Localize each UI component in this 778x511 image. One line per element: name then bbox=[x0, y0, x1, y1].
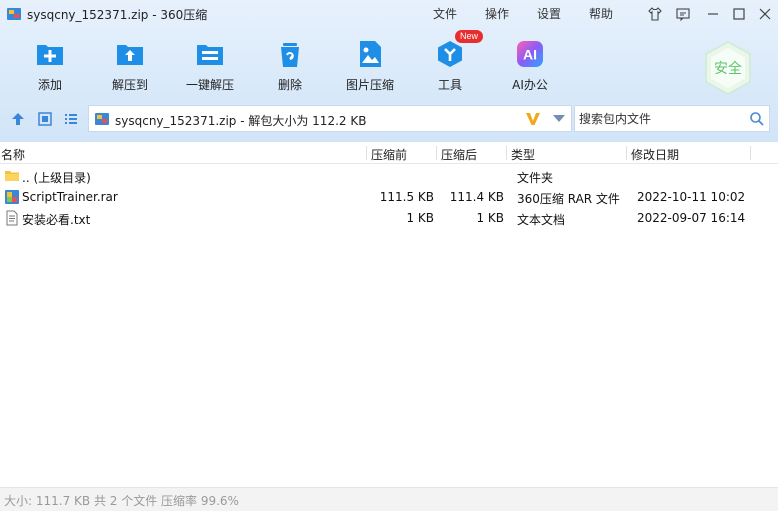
extract-to-icon bbox=[117, 45, 143, 65]
one-click-extract-icon bbox=[197, 45, 223, 65]
file-modified: 2022-09-07 16:14 bbox=[637, 211, 746, 225]
rar-archive-icon bbox=[5, 190, 19, 204]
thumbnail-view-icon[interactable] bbox=[37, 111, 53, 127]
delete-icon bbox=[281, 43, 299, 67]
column-modified[interactable]: 修改日期 bbox=[631, 146, 679, 163]
delete-label: 删除 bbox=[277, 78, 302, 92]
address-bar[interactable]: sysqcny_152371.zip - 解包大小为 112.2 KB bbox=[88, 105, 572, 132]
column-divider[interactable] bbox=[506, 146, 507, 160]
up-arrow-icon[interactable] bbox=[10, 111, 26, 127]
file-type: 360压缩 RAR 文件 bbox=[517, 192, 620, 206]
extract-to-button[interactable]: 解压到 bbox=[90, 36, 170, 96]
search-icon[interactable] bbox=[749, 111, 765, 127]
column-divider[interactable] bbox=[436, 146, 437, 160]
safe-text: 安全 bbox=[714, 60, 742, 77]
add-button[interactable]: 添加 bbox=[10, 36, 90, 96]
file-row-txt[interactable]: 安装必看.txt 1 KB 1 KB 文本文档 2022-09-07 16:14 bbox=[0, 208, 778, 229]
one-click-extract-label: 一键解压 bbox=[185, 78, 234, 92]
folder-icon bbox=[5, 171, 19, 181]
file-modified: 2022-10-11 10:02 bbox=[637, 190, 746, 204]
file-name: ScriptTrainer.rar bbox=[22, 190, 118, 204]
status-text: 大小: 111.7 KB 共 2 个文件 压缩率 99.6% bbox=[4, 494, 239, 508]
file-name: .. (上级目录) bbox=[22, 171, 91, 185]
feedback-icon[interactable] bbox=[675, 6, 691, 22]
safe-shield-icon: 安全 bbox=[705, 41, 751, 95]
column-divider[interactable] bbox=[626, 146, 627, 160]
image-compress-icon bbox=[360, 41, 381, 67]
menu-file[interactable]: 文件 bbox=[433, 5, 457, 22]
address-path: sysqcny_152371.zip - 解包大小为 112.2 KB bbox=[115, 114, 367, 128]
image-compress-label: 图片压缩 bbox=[345, 78, 394, 92]
column-type[interactable]: 类型 bbox=[511, 146, 535, 163]
menu-operate[interactable]: 操作 bbox=[485, 5, 509, 22]
title-bar: sysqcny_152371.zip - 360压缩 文件 操作 设置 帮助 bbox=[0, 0, 778, 28]
file-list-header: 名称 压缩前 压缩后 类型 修改日期 bbox=[0, 143, 778, 164]
menu-help[interactable]: 帮助 bbox=[589, 5, 613, 22]
tools-button[interactable]: New 工具 bbox=[410, 30, 490, 96]
chevron-down-icon[interactable] bbox=[553, 115, 565, 123]
column-compressed-after[interactable]: 压缩后 bbox=[441, 146, 477, 163]
ai-office-label: AI办公 bbox=[512, 78, 548, 92]
list-view-icon[interactable] bbox=[63, 111, 79, 127]
window-title: sysqcny_152371.zip - 360压缩 bbox=[27, 8, 208, 22]
security-badge[interactable]: 安全 bbox=[700, 40, 756, 96]
image-compress-button[interactable]: 图片压缩 bbox=[330, 36, 410, 96]
ai-office-button[interactable]: AI AI办公 bbox=[490, 36, 570, 96]
file-size-before: 1 KB bbox=[406, 211, 434, 225]
file-name: 安装必看.txt bbox=[22, 213, 91, 227]
search-box[interactable] bbox=[574, 105, 770, 132]
file-size-after: 111.4 KB bbox=[449, 190, 504, 204]
skin-shirt-icon[interactable] bbox=[647, 6, 663, 22]
file-size-after: 1 KB bbox=[476, 211, 504, 225]
column-compressed-before[interactable]: 压缩前 bbox=[371, 146, 407, 163]
add-icon bbox=[37, 45, 63, 65]
file-row-parent[interactable]: .. (上级目录) 文件夹 bbox=[0, 166, 778, 187]
text-file-icon bbox=[6, 210, 18, 226]
verified-v-icon[interactable] bbox=[525, 111, 541, 127]
delete-button[interactable]: 删除 bbox=[250, 36, 330, 96]
column-divider[interactable] bbox=[366, 146, 367, 160]
column-name[interactable]: 名称 bbox=[1, 146, 25, 163]
menu-settings[interactable]: 设置 bbox=[537, 5, 561, 22]
search-input[interactable] bbox=[579, 110, 739, 127]
one-click-extract-button[interactable]: 一键解压 bbox=[170, 36, 250, 96]
minimize-icon[interactable] bbox=[705, 6, 721, 22]
file-type: 文件夹 bbox=[517, 171, 554, 185]
ai-office-icon: AI bbox=[517, 41, 543, 67]
add-label: 添加 bbox=[37, 78, 62, 92]
file-row-rar[interactable]: ScriptTrainer.rar 111.5 KB 111.4 KB 360压… bbox=[0, 187, 778, 208]
top-area: sysqcny_152371.zip - 360压缩 文件 操作 设置 帮助 添… bbox=[0, 0, 778, 142]
app-logo-icon bbox=[7, 8, 21, 20]
maximize-icon[interactable] bbox=[731, 6, 747, 22]
close-icon[interactable] bbox=[757, 6, 773, 22]
column-divider[interactable] bbox=[750, 146, 751, 160]
new-badge: New bbox=[455, 30, 484, 43]
file-type: 文本文档 bbox=[517, 213, 566, 227]
file-size-before: 111.5 KB bbox=[379, 190, 434, 204]
extract-to-label: 解压到 bbox=[111, 78, 148, 92]
zip-archive-icon bbox=[95, 113, 109, 125]
status-bar: 大小: 111.7 KB 共 2 个文件 压缩率 99.6% bbox=[0, 487, 778, 511]
tools-label: 工具 bbox=[437, 78, 462, 92]
ai-icon-text: AI bbox=[523, 47, 537, 63]
